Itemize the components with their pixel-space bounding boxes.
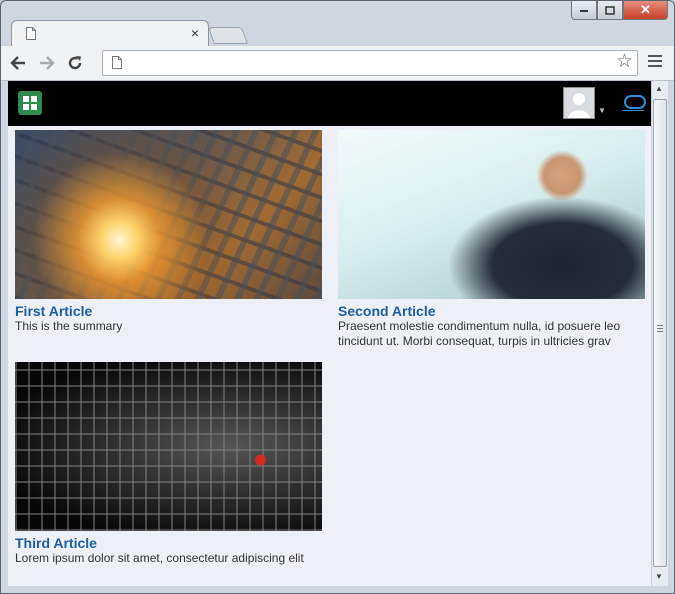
article-summary: Lorem ipsum dolor sit amet, consectetur … [15, 551, 304, 565]
minimize-button[interactable] [571, 1, 597, 20]
scrollbar-grip [657, 325, 663, 334]
article-image-welding[interactable] [15, 130, 322, 299]
address-bar[interactable]: ☆ [102, 50, 638, 76]
scrollbar-thumb[interactable] [653, 99, 667, 567]
maximize-button[interactable] [597, 1, 623, 20]
forward-button[interactable] [37, 53, 57, 73]
new-tab-button[interactable] [207, 27, 249, 44]
window-controls: ✕ [571, 1, 668, 21]
browser-window: × ✕ ☆ ▼ First Article This is the summar… [0, 0, 675, 594]
vertical-scrollbar[interactable]: ▲ ▼ [651, 81, 668, 586]
window-close-button[interactable]: ✕ [623, 1, 668, 20]
user-avatar[interactable] [563, 87, 595, 119]
tab-close-button[interactable]: × [191, 25, 199, 41]
app-header: ▼ [8, 81, 651, 126]
browser-toolbar: ☆ [1, 46, 674, 81]
reload-icon [68, 56, 82, 70]
article-image-businessman[interactable] [338, 130, 645, 299]
article-title[interactable]: Second Article [338, 303, 645, 319]
user-silhouette-icon [564, 88, 594, 118]
article-summary: Praesent molestie condimentum nulla, id … [338, 319, 621, 348]
forward-arrow-icon [40, 56, 55, 70]
scroll-up-icon[interactable]: ▲ [655, 84, 663, 93]
browser-tab[interactable]: × [11, 20, 209, 47]
page-icon [26, 27, 36, 40]
reload-button[interactable] [65, 53, 85, 73]
grid-app-icon[interactable] [18, 91, 42, 115]
browser-menu-button[interactable] [648, 55, 662, 70]
article-title[interactable]: First Article [15, 303, 322, 319]
title-bar: × ✕ [1, 1, 674, 47]
article-title[interactable]: Third Article [15, 535, 322, 551]
brand-underline [622, 110, 644, 111]
minimize-icon [580, 10, 588, 12]
article-card[interactable]: First Article This is the summary [15, 130, 322, 351]
article-summary: This is the summary [15, 319, 123, 333]
back-arrow-icon [10, 56, 25, 70]
scroll-down-icon[interactable]: ▼ [655, 572, 663, 581]
article-card[interactable]: Second Article Praesent molestie condime… [338, 130, 645, 351]
page-icon [112, 56, 122, 69]
chevron-down-icon[interactable]: ▼ [598, 106, 606, 115]
bookmark-star-icon[interactable]: ☆ [616, 52, 633, 72]
url-input[interactable] [129, 53, 603, 73]
o-brand-icon[interactable] [624, 95, 646, 109]
article-image-building-grid[interactable] [15, 362, 322, 531]
back-button[interactable] [8, 53, 28, 73]
page-viewport: ▼ First Article This is the summary Seco… [8, 81, 651, 586]
maximize-icon [605, 5, 615, 15]
article-card[interactable]: Third Article Lorem ipsum dolor sit amet… [15, 362, 322, 583]
